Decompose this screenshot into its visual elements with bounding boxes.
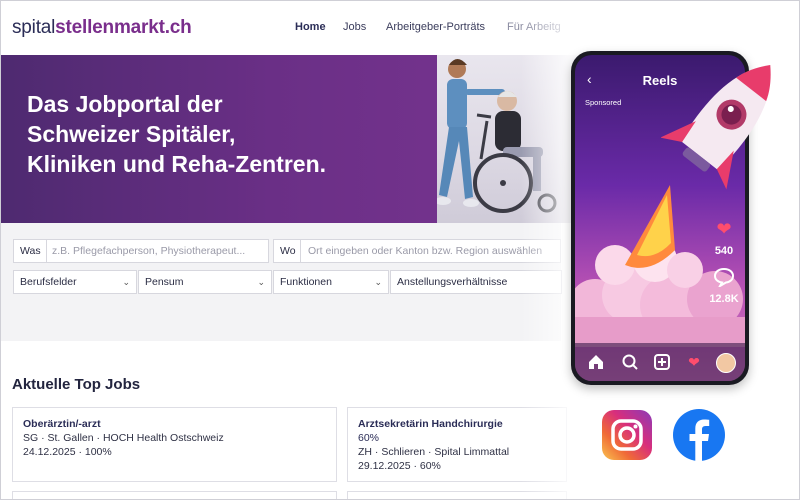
wo-divider bbox=[300, 240, 301, 262]
nav-jobs[interactable]: Jobs bbox=[343, 21, 366, 33]
wo-input[interactable]: Ort eingeben oder Kanton bzw. Region aus… bbox=[308, 240, 542, 262]
filter-pensum[interactable]: Pensum ⌄ bbox=[138, 270, 272, 294]
was-input[interactable]: z.B. Pflegefachperson, Physiotherapeut..… bbox=[52, 240, 245, 262]
job-card-location: ZH · Schlieren · Spital Limmattal bbox=[358, 446, 510, 458]
filter-anstellungsverhaeltnisse-label: Anstellungsverhältnisse bbox=[397, 276, 508, 288]
job-card-title[interactable]: Arztsekretärin Handchirurgie bbox=[358, 418, 503, 430]
nav-home[interactable]: Home bbox=[295, 21, 326, 33]
filter-pensum-label: Pensum bbox=[145, 276, 184, 288]
facebook-icon[interactable] bbox=[673, 409, 725, 461]
job-card-title-pensum: 60% bbox=[358, 432, 380, 444]
add-icon[interactable] bbox=[653, 353, 671, 371]
wo-field[interactable]: Wo Ort eingeben oder Kanton bzw. Region … bbox=[273, 239, 561, 263]
filter-berufsfelder-label: Berufsfelder bbox=[20, 276, 77, 288]
filter-berufsfelder[interactable]: Berufsfelder ⌄ bbox=[13, 270, 137, 294]
logo-part-b: stellenmarkt.ch bbox=[55, 17, 192, 38]
chevron-down-icon: ⌄ bbox=[122, 277, 130, 287]
job-card-title[interactable]: Oberärztin/-arzt bbox=[23, 418, 101, 430]
comments-count: 12.8K bbox=[709, 293, 739, 305]
search-icon[interactable] bbox=[621, 353, 639, 371]
likes-count: 540 bbox=[714, 245, 734, 257]
home-icon[interactable] bbox=[587, 353, 605, 371]
was-label: Was bbox=[20, 245, 41, 257]
heart-icon[interactable]: ❤ bbox=[685, 353, 703, 371]
comment-icon[interactable] bbox=[709, 267, 739, 292]
page: spitalstellenmarkt.ch Home Jobs Arbeitge… bbox=[0, 0, 800, 500]
job-card[interactable] bbox=[12, 491, 337, 499]
avatar[interactable] bbox=[716, 353, 736, 373]
job-card-location: SG · St. Gallen · HOCH Health Ostschweiz bbox=[23, 432, 224, 444]
hero-headline-line-2: Schweizer Spitäler, bbox=[27, 121, 236, 147]
rocket-icon bbox=[661, 64, 771, 190]
hero-headline-line-1: Das Jobportal der bbox=[27, 91, 223, 117]
heart-icon[interactable]: ❤ bbox=[709, 219, 739, 240]
wo-label: Wo bbox=[280, 245, 296, 257]
chevron-down-icon: ⌄ bbox=[374, 277, 382, 287]
nav-arbeitgeber-portraets[interactable]: Arbeitgeber-Porträts bbox=[386, 21, 485, 33]
chevron-down-icon: ⌄ bbox=[257, 277, 265, 287]
filter-funktionen[interactable]: Funktionen ⌄ bbox=[273, 270, 389, 294]
reels-bottom-bar: ❤ bbox=[575, 343, 745, 381]
job-card-meta: 24.12.2025 · 100% bbox=[23, 446, 112, 458]
was-field[interactable]: Was z.B. Pflegefachperson, Physiotherape… bbox=[13, 239, 269, 263]
hero-headline: Das Jobportal der Schweizer Spitäler, Kl… bbox=[27, 89, 387, 179]
logo-part-a: spital bbox=[12, 17, 56, 38]
hero-headline-line-3: Kliniken und Reha-Zentren. bbox=[27, 151, 327, 177]
job-card-meta: 29.12.2025 · 60% bbox=[358, 460, 441, 472]
instagram-icon[interactable] bbox=[602, 410, 652, 460]
logo[interactable]: spitalstellenmarkt.ch bbox=[12, 17, 192, 39]
job-card[interactable]: Oberärztin/-arzt SG · St. Gallen · HOCH … bbox=[12, 407, 337, 482]
top-jobs-heading: Aktuelle Top Jobs bbox=[12, 376, 141, 393]
search-panel: Was z.B. Pflegefachperson, Physiotherape… bbox=[1, 223, 562, 341]
was-divider bbox=[46, 240, 47, 262]
filter-funktionen-label: Funktionen bbox=[280, 276, 332, 288]
